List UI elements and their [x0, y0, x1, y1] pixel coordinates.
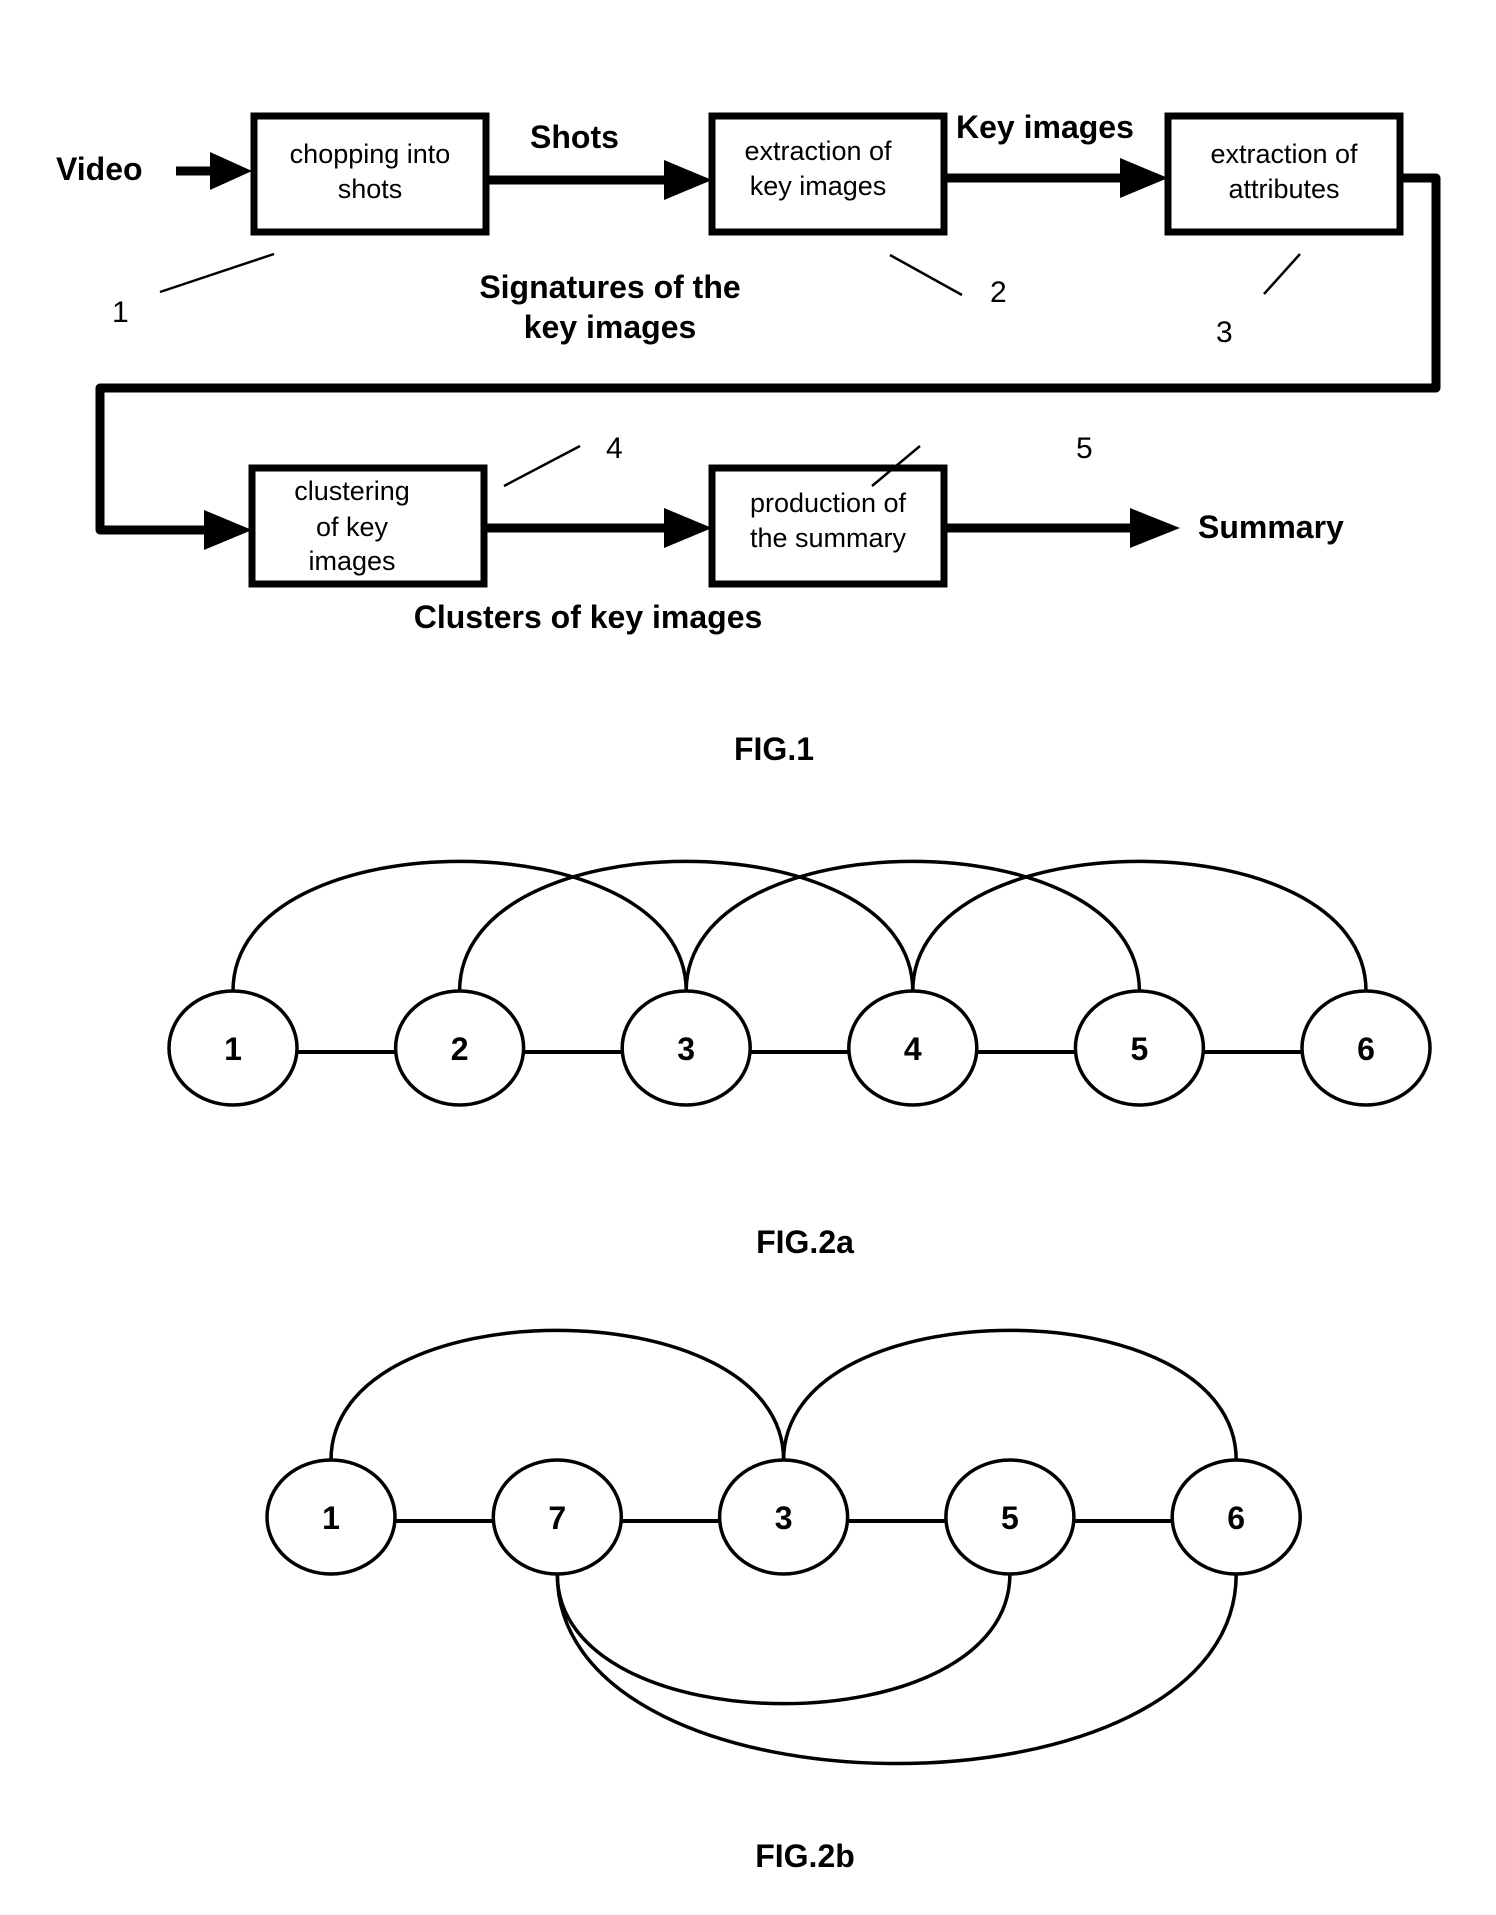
- arc-above-3-6: [781, 1328, 1238, 1461]
- node-7: 7: [491, 1458, 624, 1576]
- box1-line1: chopping into: [290, 139, 451, 169]
- ref-number-3: 3: [1216, 316, 1233, 349]
- node-label: 1: [224, 1031, 242, 1067]
- fig1-flowchart: Video chopping into shots 1 Shots extrac…: [56, 109, 1441, 767]
- box-production-summary: production of the summary: [708, 464, 948, 588]
- node-3: 3: [717, 1458, 850, 1576]
- arc-above-1-3: [329, 1328, 786, 1461]
- node-6: 6: [1170, 1458, 1302, 1576]
- box-clustering-key-images: clustering of key images: [248, 464, 488, 588]
- node-1: 1: [167, 989, 299, 1107]
- node-label: 7: [548, 1500, 566, 1536]
- box4-line1: clustering: [294, 476, 410, 506]
- node-label: 2: [451, 1031, 469, 1067]
- key-images-label: Key images: [956, 109, 1134, 145]
- node-label: 5: [1131, 1031, 1149, 1067]
- box2-line2: key images: [750, 171, 887, 201]
- node-4: 4: [847, 989, 979, 1107]
- shots-label: Shots: [530, 119, 619, 155]
- box2-line1: extraction of: [744, 136, 892, 166]
- arc-below-7-5: [555, 1573, 1012, 1706]
- arrow-signatures-head: [204, 510, 252, 550]
- node-6: 6: [1300, 989, 1432, 1107]
- node-label: 6: [1357, 1031, 1375, 1067]
- arc-above-2-4: [457, 859, 915, 992]
- arc-above-3-5: [684, 859, 1142, 992]
- node-1: 1: [265, 1458, 397, 1576]
- node-label: 4: [904, 1031, 922, 1067]
- signatures-label-line1: Signatures of the: [479, 269, 740, 305]
- arrow-summary-head: [1130, 508, 1180, 548]
- arrow-clusters-head: [664, 508, 712, 548]
- arc-above-1-3: [231, 859, 688, 992]
- box3-line1: extraction of: [1210, 139, 1358, 169]
- box3-line2: attributes: [1228, 174, 1339, 204]
- arrow-shots-head: [664, 160, 712, 200]
- ref-leader-2: [889, 253, 963, 297]
- node-5: 5: [1073, 989, 1206, 1107]
- node-5: 5: [944, 1458, 1076, 1576]
- box-extraction-key-images: extraction of key images: [708, 112, 948, 236]
- fig2a-caption: FIG.2a: [756, 1224, 854, 1260]
- node-label: 6: [1227, 1500, 1245, 1536]
- node-label: 3: [775, 1500, 793, 1536]
- box5-line1: production of: [750, 488, 907, 518]
- node-label: 3: [677, 1031, 695, 1067]
- arrow-key-images-head: [1120, 158, 1168, 198]
- arc-below-7-6: [555, 1573, 1238, 1766]
- ref-leader-4: [503, 444, 581, 488]
- ref-leader-3: [1263, 253, 1301, 295]
- ref-number-2: 2: [990, 276, 1007, 309]
- ref-number-5: 5: [1076, 432, 1093, 465]
- box-extraction-attributes: extraction of attributes: [1164, 112, 1404, 236]
- box-chopping-into-shots: chopping into shots: [250, 112, 490, 236]
- node-2: 2: [393, 989, 526, 1107]
- node-label: 5: [1001, 1500, 1019, 1536]
- arc-above-4-6: [911, 859, 1368, 992]
- node-label: 1: [322, 1500, 340, 1536]
- signatures-label-line2: key images: [524, 309, 697, 345]
- box1-line2: shots: [338, 174, 403, 204]
- fig2b-caption: FIG.2b: [755, 1838, 855, 1874]
- box4-line2: of key: [316, 512, 389, 542]
- box5-line2: the summary: [750, 523, 907, 553]
- patent-figures: Video chopping into shots 1 Shots extrac…: [56, 109, 1441, 1874]
- ref-number-4: 4: [606, 432, 623, 465]
- video-input-label: Video: [56, 151, 143, 187]
- ref-number-1: 1: [112, 296, 129, 329]
- fig2b-graph: 1 7 3 5 6 FIG.2b: [265, 1328, 1302, 1874]
- clusters-label: Clusters of key images: [414, 599, 763, 635]
- fig1-caption: FIG.1: [734, 731, 814, 767]
- summary-output-label: Summary: [1198, 509, 1344, 545]
- box4-line3: images: [308, 546, 395, 576]
- fig2a-graph: 1 2 3 4 5 6 FIG.2a: [167, 859, 1432, 1260]
- ref-leader-1: [159, 252, 275, 294]
- video-arrow-head: [210, 152, 252, 190]
- node-3: 3: [620, 989, 752, 1107]
